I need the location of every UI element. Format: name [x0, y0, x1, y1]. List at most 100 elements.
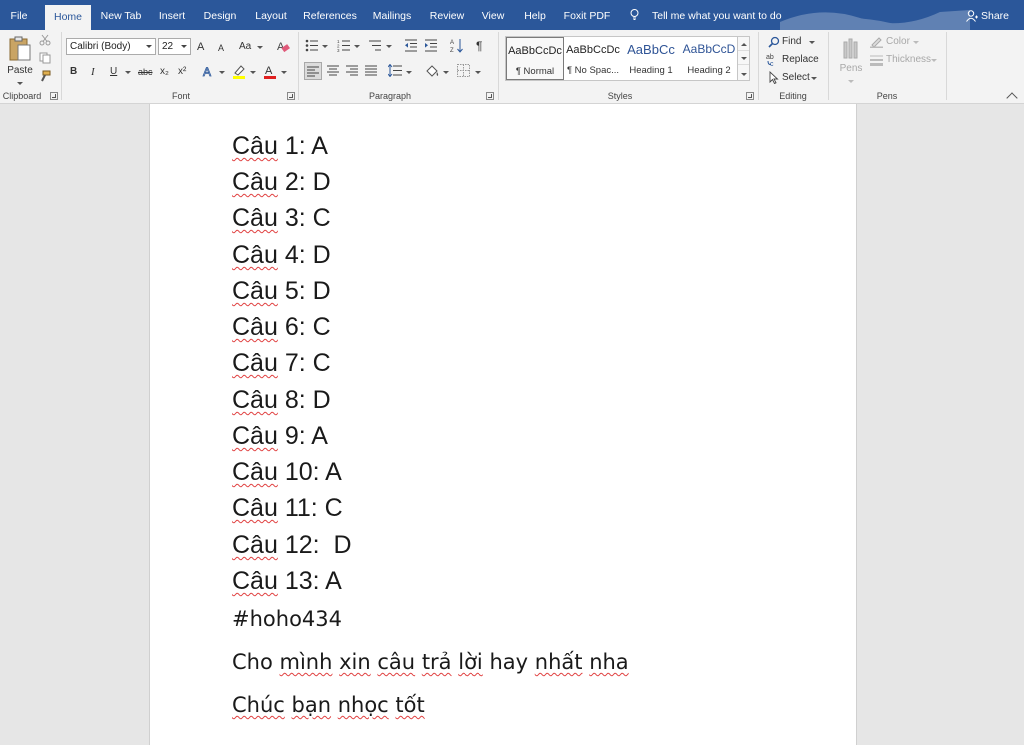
pen-color-label: Color — [886, 36, 910, 47]
word: nha — [589, 650, 629, 674]
answer-text: 9: A — [277, 422, 328, 450]
answer-text: 6: C — [277, 313, 331, 341]
justify-icon[interactable] — [365, 65, 377, 76]
svg-text:Z: Z — [450, 48, 454, 53]
numbering-icon[interactable]: 123 — [337, 39, 351, 52]
tab-design[interactable]: Design — [198, 0, 242, 30]
pens-button[interactable]: Pens — [836, 34, 866, 86]
align-left-button[interactable] — [304, 62, 322, 80]
shading-dropdown-icon[interactable] — [443, 71, 449, 74]
font-color-dropdown-icon[interactable] — [281, 71, 287, 74]
font-color-icon[interactable]: A — [263, 64, 277, 79]
replace-button[interactable]: ab c Replace — [766, 52, 822, 68]
grow-font-button[interactable]: A — [197, 40, 204, 54]
cut-icon[interactable] — [39, 34, 51, 46]
document-area: Câu 1: A Câu 2: D Câu 3: C Câu 4: D Câu … — [0, 104, 1024, 745]
multilevel-dropdown-icon[interactable] — [386, 45, 392, 48]
italic-button[interactable]: I — [91, 65, 95, 79]
sort-icon[interactable]: AZ — [450, 38, 463, 53]
clipboard-launcher-icon[interactable] — [50, 92, 58, 100]
answer-line: Câu 13: A — [232, 567, 342, 596]
align-right-icon[interactable] — [346, 65, 358, 76]
answer-text: 10: A — [277, 458, 342, 486]
tab-view[interactable]: View — [476, 0, 510, 30]
answer-word: Câu — [232, 349, 278, 377]
paragraph-launcher-icon[interactable] — [486, 92, 494, 100]
tab-mailings[interactable]: Mailings — [366, 0, 418, 30]
answer-line: Câu 2: D — [232, 168, 331, 197]
show-formatting-button[interactable]: ¶ — [476, 39, 482, 53]
answer-word: Câu — [232, 204, 278, 232]
styles-scroll-up-button[interactable] — [738, 37, 749, 51]
collapse-ribbon-icon[interactable] — [1006, 92, 1018, 104]
copy-icon[interactable] — [39, 52, 51, 64]
bold-button[interactable]: B — [70, 65, 77, 79]
clear-formatting-icon[interactable]: A — [276, 40, 290, 53]
subscript-button[interactable]: x₂ — [160, 65, 169, 79]
underline-button[interactable]: U — [110, 65, 117, 79]
superscript-button[interactable]: x² — [178, 65, 186, 79]
style-heading-2[interactable]: AaBbCcD Heading 2 — [680, 37, 738, 80]
highlight-dropdown-icon[interactable] — [250, 71, 256, 74]
request-line: Cho mình xin câu trả lời hay nhất nha — [232, 650, 629, 674]
shading-icon[interactable] — [424, 63, 440, 78]
font-launcher-icon[interactable] — [287, 92, 295, 100]
text-effects-icon[interactable]: A — [202, 65, 216, 79]
tab-insert[interactable]: Insert — [152, 0, 192, 30]
style-name: ¶ Normal — [515, 66, 555, 77]
select-button[interactable]: Select — [766, 70, 822, 86]
styles-launcher-icon[interactable] — [746, 92, 754, 100]
format-painter-icon[interactable] — [39, 70, 51, 82]
share-label: Share — [981, 10, 1010, 22]
tab-help[interactable]: Help — [518, 0, 552, 30]
decrease-indent-icon[interactable] — [404, 39, 418, 52]
multilevel-list-icon[interactable] — [368, 39, 382, 52]
bullets-icon[interactable] — [305, 39, 319, 52]
paste-button[interactable]: Paste — [4, 34, 36, 86]
font-name-select[interactable]: Calibri (Body) — [66, 38, 156, 55]
bullets-dropdown-icon[interactable] — [322, 45, 328, 48]
increase-indent-icon[interactable] — [424, 39, 438, 52]
change-case-button[interactable]: Aa — [239, 40, 251, 54]
style-no-spacing[interactable]: AaBbCcDc ¶ No Spac... — [564, 37, 622, 80]
tab-file[interactable]: File — [0, 0, 38, 30]
line-spacing-icon[interactable] — [388, 64, 402, 77]
word: xin — [339, 650, 371, 674]
line-spacing-dropdown-icon[interactable] — [406, 71, 412, 74]
text-effects-dropdown-icon[interactable] — [219, 71, 225, 74]
styles-scroll-down-button[interactable] — [738, 51, 749, 65]
ribbon-tab-bar: File Home New Tab Insert Design Layout R… — [0, 0, 1024, 30]
borders-dropdown-icon[interactable] — [475, 71, 481, 74]
numbering-dropdown-icon[interactable] — [354, 45, 360, 48]
style-normal[interactable]: AaBbCcDc ¶ Normal — [506, 37, 564, 80]
tab-new-tab[interactable]: New Tab — [96, 0, 146, 30]
change-case-dropdown-icon[interactable] — [257, 46, 263, 49]
font-size-select[interactable]: 22 — [158, 38, 191, 55]
pens-label: Pens — [839, 63, 863, 74]
paste-dropdown-icon — [17, 82, 23, 85]
tab-review[interactable]: Review — [424, 0, 470, 30]
strikethrough-button[interactable]: abc — [138, 65, 153, 79]
underline-dropdown-icon[interactable] — [125, 71, 131, 74]
style-heading-1[interactable]: AaBbCc Heading 1 — [622, 37, 680, 80]
tab-layout[interactable]: Layout — [250, 0, 292, 30]
align-center-icon[interactable] — [327, 65, 339, 76]
tell-me-text: Tell me what you want to do — [652, 10, 782, 22]
tab-references[interactable]: References — [300, 0, 360, 30]
pen-color-button[interactable]: Color — [870, 34, 930, 50]
pen-thickness-button[interactable]: Thickness — [870, 52, 940, 68]
word: nhất — [534, 650, 583, 674]
answer-line: Câu 9: A — [232, 422, 328, 451]
borders-icon[interactable] — [457, 64, 470, 77]
document-page[interactable]: Câu 1: A Câu 2: D Câu 3: C Câu 4: D Câu … — [149, 104, 857, 745]
answer-line: Câu 8: D — [232, 386, 331, 415]
find-button[interactable]: Find — [766, 34, 818, 50]
answer-line: Câu 6: C — [232, 313, 331, 342]
styles-more-button[interactable] — [738, 65, 749, 79]
tab-home[interactable]: Home — [45, 5, 91, 30]
answer-line: Câu 4: D — [232, 241, 331, 270]
highlight-icon[interactable] — [232, 64, 246, 79]
shrink-font-button[interactable]: A — [218, 41, 224, 55]
tab-foxit-pdf[interactable]: Foxit PDF — [560, 0, 614, 30]
group-divider — [498, 32, 499, 100]
